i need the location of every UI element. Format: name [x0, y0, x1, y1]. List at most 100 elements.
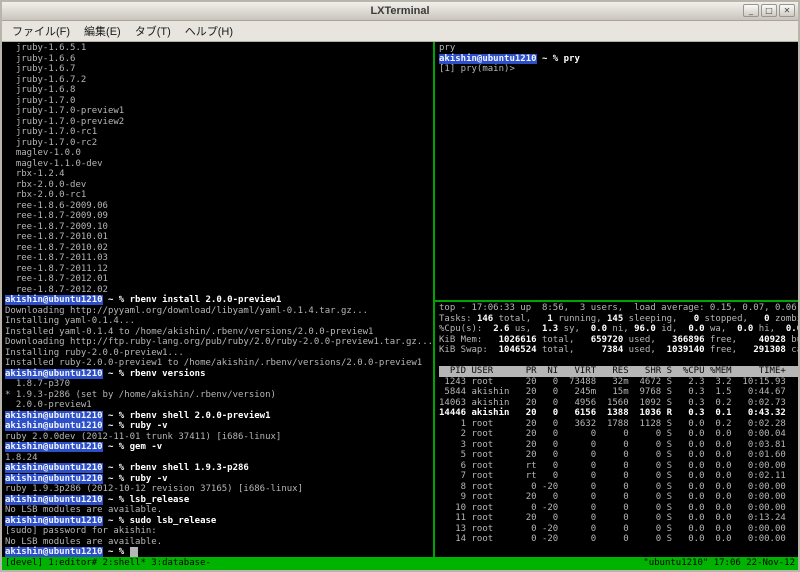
text-segment: ~ %	[102, 368, 130, 379]
pane-shell-left[interactable]: jruby-1.6.5.1 jruby-1.6.6 jruby-1.6.7 jr…	[2, 42, 433, 557]
text-segment: 14446 akishin 20 0 6156 1388 1036 R 0.3 …	[439, 408, 786, 418]
text-segment: Downloading http://ftp.ruby-lang.org/pub…	[5, 337, 433, 347]
menu-tabs[interactable]: タブ(T)	[128, 21, 178, 42]
maximize-icon[interactable]: □	[761, 4, 777, 17]
terminal-line: ree-1.8.7-2009.09	[5, 211, 433, 222]
terminal-line: 14063 akishin 20 0 4956 1560 1092 S 0.3 …	[439, 398, 798, 409]
text-segment: 6 root rt 0 0 0 0 S 0.0 0.0 0:00.00	[439, 460, 786, 471]
text-segment: running,	[552, 313, 607, 324]
text-segment: 7384	[601, 345, 624, 355]
text-segment: ~ %	[102, 421, 130, 431]
terminal-line: Installing yaml-0.1.4...	[5, 316, 433, 327]
terminal-line: Installed ruby-2.0.0-preview1 to /home/a…	[5, 358, 433, 369]
terminal-line: 8 root 0 -20 0 0 0 S 0.0 0.0 0:00.00	[439, 482, 798, 493]
text-segment: maglev-1.0.0	[5, 148, 81, 158]
terminal-line: Downloading http://ftp.ruby-lang.org/pub…	[5, 337, 433, 348]
text-segment: sleeping,	[623, 313, 694, 324]
terminal-line: akishin@ubuntu1210 ~ % sudo lsb_release	[5, 515, 433, 527]
tmux-status-right: "ubuntu1210" 17:06 22-Nov-12	[643, 558, 795, 568]
prompt-user-host: akishin@ubuntu1210	[5, 295, 103, 305]
text-segment: 14 root 0 -20 0 0 0 S 0.0 0.0 0:00.00	[439, 534, 786, 544]
text-segment: jruby-1.7.0-preview1	[5, 106, 125, 116]
menu-file[interactable]: ファイル(F)	[5, 21, 77, 42]
lxterminal-window: LXTerminal _ □ ✕ ファイル(F) 編集(E) タブ(T) ヘルプ…	[0, 0, 800, 572]
text-segment: jruby-1.7.0	[5, 95, 76, 106]
text-segment: KiB Swap:	[439, 345, 499, 355]
window-titlebar[interactable]: LXTerminal _ □ ✕	[2, 2, 798, 21]
text-segment: jruby-1.6.7.2	[5, 74, 87, 85]
text-segment: 5 root 20 0 0 0 0 S 0.0 0.0 0:01.60	[439, 450, 786, 460]
minimize-icon[interactable]: _	[743, 4, 759, 17]
text-segment: total,	[536, 334, 591, 345]
text-segment: ~ %	[102, 410, 130, 421]
terminal-line: jruby-1.6.7.2	[5, 75, 433, 86]
text-segment: 1039140	[666, 345, 705, 355]
terminal-line: 3 root 20 0 0 0 0 S 0.0 0.0 0:03.81	[439, 440, 798, 451]
terminal-line: jruby-1.7.0-rc1	[5, 127, 433, 138]
menu-bar: ファイル(F) 編集(E) タブ(T) ヘルプ(H)	[2, 21, 798, 42]
terminal-line: ree-1.8.7-2011.03	[5, 253, 433, 264]
terminal-line: 1.8.7-p370	[5, 379, 433, 390]
menu-help[interactable]: ヘルプ(H)	[178, 21, 240, 42]
terminal-line: akishin@ubuntu1210 ~ % pry	[439, 53, 798, 65]
terminal-line: akishin@ubuntu1210 ~ % lsb_release	[5, 494, 433, 506]
text-segment: 0.0	[785, 324, 798, 334]
terminal-line: ree-1.8.6-2009.06	[5, 201, 433, 212]
menu-edit[interactable]: 編集(E)	[77, 21, 128, 42]
pane-pry[interactable]: pry akishin@ubuntu1210 ~ % pry [1] pry(mai…	[435, 42, 798, 300]
terminal-line: %Cpu(s): 2.6 us, 1.3 sy, 0.0 ni, 96.0 id…	[439, 324, 798, 335]
text-segment: ~ %	[102, 442, 130, 452]
text-segment: No LSB modules are available.	[5, 505, 163, 515]
text-segment: ree-1.8.7-2010.02	[5, 242, 108, 253]
text-segment: ruby 1.9.3p286 (2012-10-12 revision 3716…	[5, 484, 304, 494]
terminal-line: Tasks: 146 total, 1 running, 145 sleepin…	[439, 314, 798, 325]
text-segment: [sudo] password for akishin:	[5, 526, 163, 536]
terminal-line: 9 root 20 0 0 0 0 S 0.0 0.0 0:00.00	[439, 492, 798, 503]
text-segment: cach	[791, 345, 798, 355]
text-segment: Downloading http://pyyaml.org/download/l…	[5, 305, 369, 316]
text-segment: jruby-1.7.0-rc1	[5, 127, 98, 137]
text-segment: jruby-1.6.6	[5, 53, 76, 64]
text-segment: 291308	[753, 345, 786, 355]
text-segment: ~ %	[102, 515, 130, 526]
terminal-line: 10 root 0 -20 0 0 0 S 0.0 0.0 0:00.00	[439, 503, 798, 514]
text-segment: %Cpu(s):	[439, 324, 494, 334]
terminal-line: 11 root 20 0 0 0 0 S 0.0 0.0 0:13.24	[439, 513, 798, 524]
prompt-user-host: akishin@ubuntu1210	[5, 494, 103, 505]
terminal-line: 13 root 0 -20 0 0 0 S 0.0 0.0 0:00.00	[439, 524, 798, 535]
text-segment: id,	[655, 324, 689, 334]
text-segment: ruby -v	[129, 421, 168, 431]
text-segment: buff	[791, 334, 798, 345]
terminal-line: akishin@ubuntu1210 ~ % rbenv versions	[5, 368, 433, 380]
text-segment: gem -v	[129, 442, 163, 452]
tmux-status-left: [devel] 1:editor# 2:shell* 3:database-	[5, 558, 211, 568]
close-icon[interactable]: ✕	[779, 4, 795, 17]
terminal-line: jruby-1.6.5.1	[5, 43, 433, 54]
terminal-line: Installing ruby-2.0.0-preview1...	[5, 348, 433, 359]
text-segment: Tasks:	[439, 313, 477, 324]
text-segment: Installed ruby-2.0.0-preview1 to /home/a…	[5, 358, 423, 368]
terminal-line: 1243 root 20 0 73488 32m 4672 S 2.3 3.2 …	[439, 377, 798, 388]
text-segment: sudo lsb_release	[129, 515, 217, 526]
terminal-line: jruby-1.7.0	[5, 96, 433, 107]
text-segment: ree-1.8.7-2011.03	[5, 253, 108, 263]
prompt-user-host: akishin@ubuntu1210	[5, 515, 103, 526]
text-segment: 2.0.0-preview1	[5, 400, 92, 410]
terminal-line: KiB Swap: 1046524 total, 7384 used, 1039…	[439, 345, 798, 356]
text-segment: ~ %	[102, 547, 130, 557]
text-segment: wa,	[704, 324, 738, 334]
terminal-line: * 1.9.3-p286 (set by /home/akishin/.rben…	[5, 390, 433, 401]
terminal-line: jruby-1.7.0-preview2	[5, 117, 433, 128]
window-buttons: _ □ ✕	[743, 4, 795, 17]
text-segment: 3 root 20 0 0 0 0 S 0.0 0.0 0:03.81	[439, 439, 786, 450]
text-segment: No LSB modules are available.	[5, 536, 163, 547]
text-segment: 0.0	[590, 324, 608, 334]
pane-top-monitor[interactable]: top - 17:06:33 up 8:56, 3 users, load av…	[435, 302, 798, 557]
text-segment: Installing yaml-0.1.4...	[5, 316, 136, 326]
text-segment: 1243 root 20 0 73488 32m 4672 S 2.3 3.2 …	[439, 376, 786, 387]
prompt-user-host: akishin@ubuntu1210	[439, 53, 537, 64]
text-segment: top - 17:06:33 up 8:56, 3 users, load av…	[439, 303, 797, 313]
terminal-line: ree-1.8.7-2010.01	[5, 232, 433, 243]
text-segment: jruby-1.7.0-preview2	[5, 116, 125, 127]
text-segment: ree-1.8.7-2012.02	[5, 284, 108, 295]
